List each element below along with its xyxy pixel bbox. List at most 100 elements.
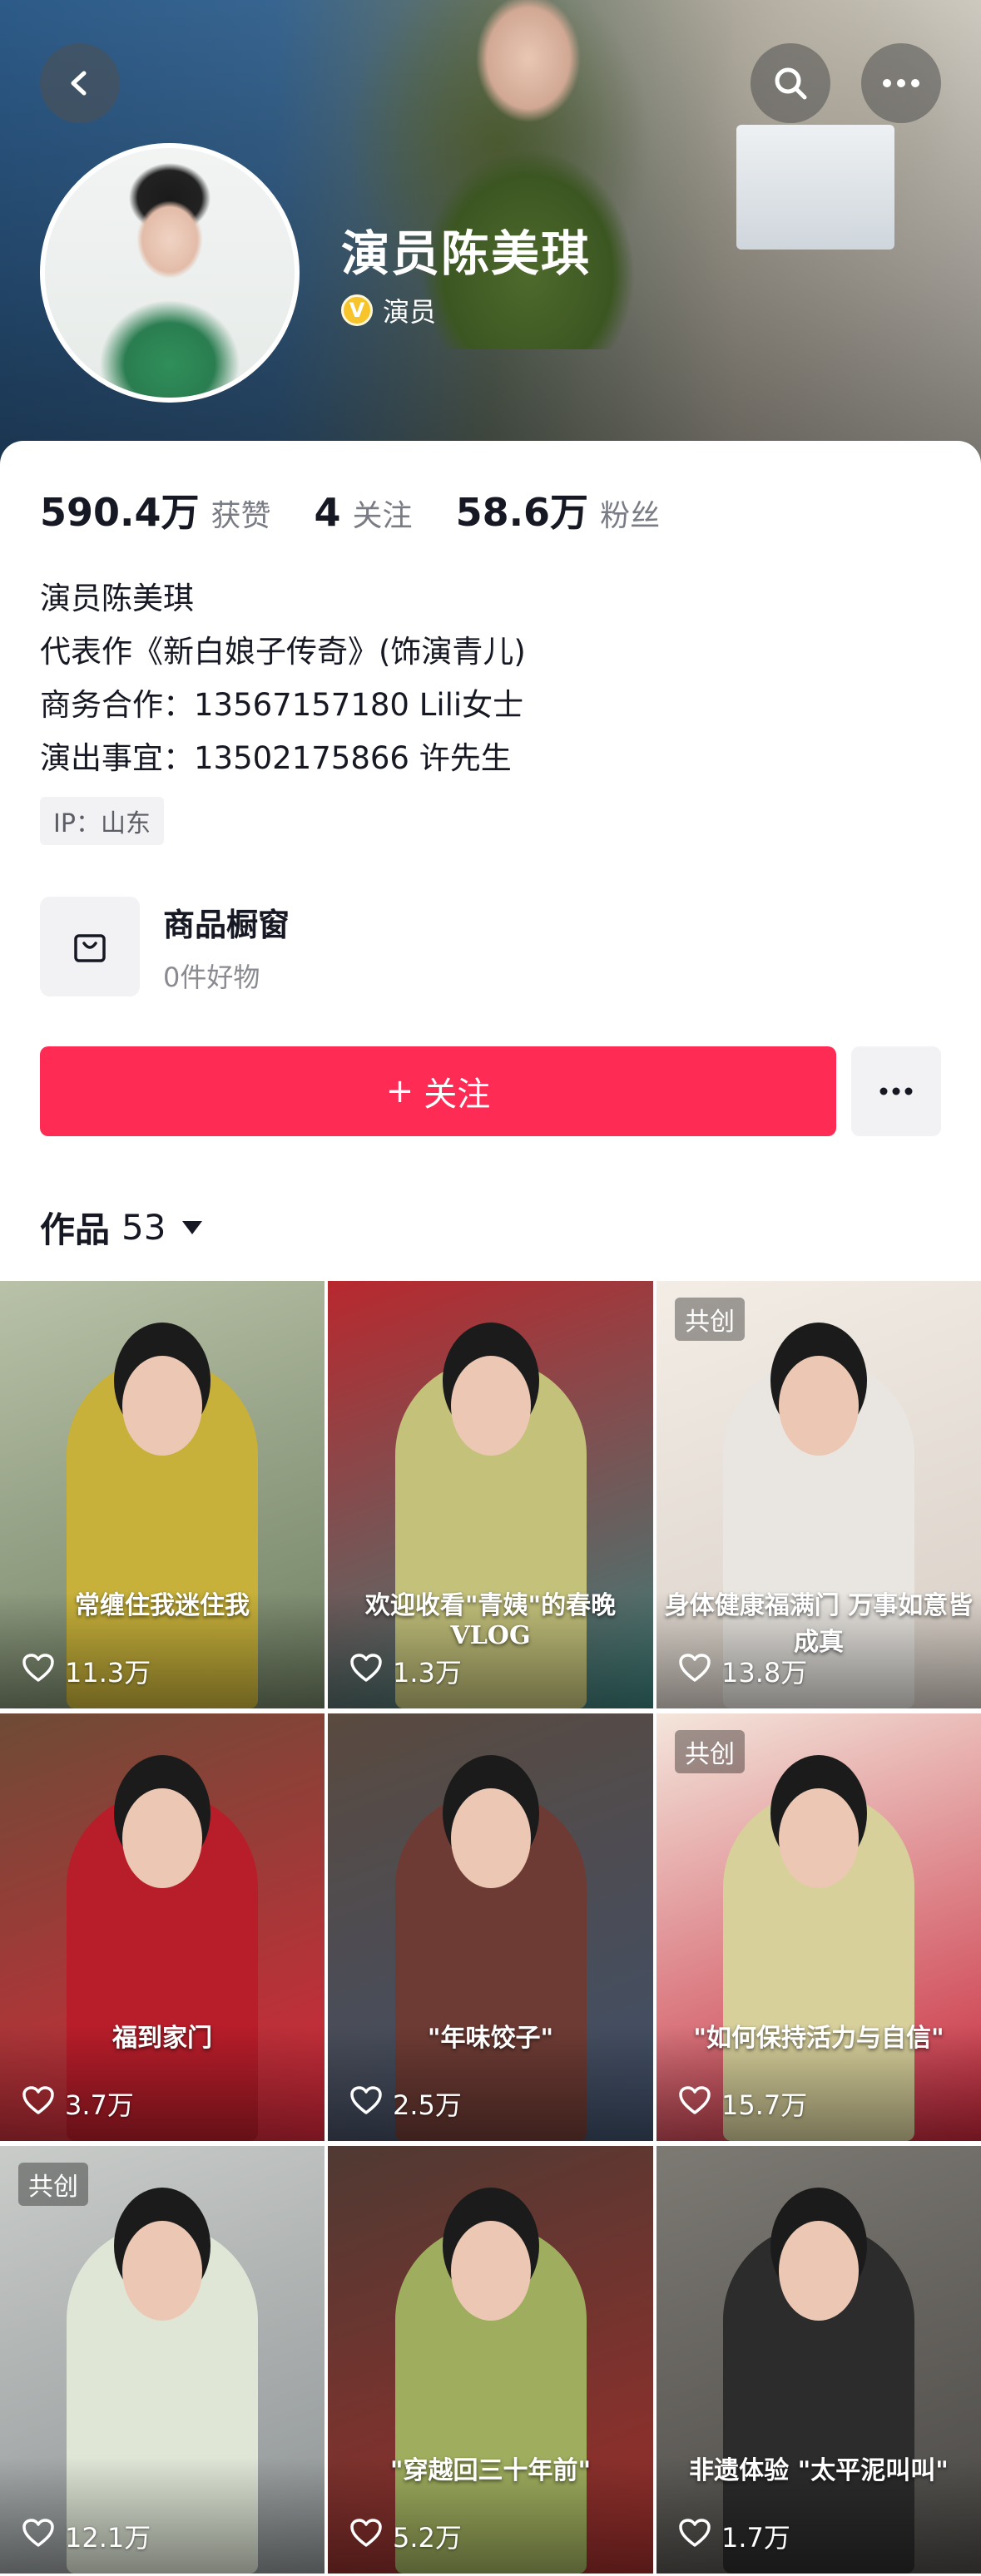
stat-label: 粉丝 xyxy=(600,499,661,533)
video-tile[interactable]: 福到家门 3.7万 xyxy=(0,1713,325,2141)
video-likes: 12.1万 xyxy=(22,2517,151,2555)
stat-likes[interactable]: 590.4万 获赞 xyxy=(40,482,271,537)
verified-label: 演员 xyxy=(383,296,437,328)
shopping-bag-icon xyxy=(40,897,140,996)
verification-row: V 演员 xyxy=(341,291,436,329)
video-tile[interactable]: 非遗体验 "太平泥叫叫" 1.7万 xyxy=(656,2146,981,2574)
video-thumbnail-face xyxy=(450,1788,531,1888)
thumbnail-shade xyxy=(0,2457,325,2574)
follow-more-button[interactable] xyxy=(851,1046,941,1136)
video-grid: 常缠住我迷住我 11.3万 欢迎收看"青姨"的春晚VLOG 1.3万 共创 身体健康福满门… xyxy=(0,1281,981,2574)
video-thumbnail-face xyxy=(450,2221,531,2321)
like-count: 3.7万 xyxy=(65,2089,134,2121)
co-creation-badge: 共创 xyxy=(675,1730,745,1773)
video-likes: 1.3万 xyxy=(349,1652,462,1690)
works-tab[interactable]: 作品 53 xyxy=(40,1202,203,1253)
works-title: 作品 xyxy=(40,1209,111,1250)
video-thumbnail-face xyxy=(122,2221,202,2321)
shop-window-entry[interactable]: 商品橱窗 0件好物 xyxy=(40,897,290,996)
works-count: 53 xyxy=(121,1207,166,1248)
heart-icon xyxy=(678,2085,711,2122)
caret-down-icon xyxy=(182,1220,203,1234)
video-likes: 2.5万 xyxy=(349,2084,462,2123)
video-tile[interactable]: 共创 "如何保持活力与自信" 15.7万 xyxy=(656,1713,981,2141)
heart-icon xyxy=(349,2518,383,2554)
chevron-left-icon xyxy=(71,71,87,96)
heart-icon xyxy=(349,2085,383,2122)
co-creation-badge: 共创 xyxy=(18,2163,88,2206)
profile-name: 演员陈美琪 xyxy=(341,225,592,282)
ellipsis-icon xyxy=(879,1087,913,1095)
video-tile[interactable]: "年味饺子" 2.5万 xyxy=(328,1713,653,2141)
stat-value: 58.6万 xyxy=(455,490,589,535)
co-creation-badge: 共创 xyxy=(675,1298,745,1341)
video-tile[interactable]: 共创身体健康福满门 万事如意皆成真 13.8万 xyxy=(656,1281,981,1708)
video-tile[interactable]: "穿越回三十年前" 5.2万 xyxy=(328,2146,653,2574)
video-caption: 常缠住我迷住我 xyxy=(75,1591,250,1620)
ellipsis-icon xyxy=(883,79,919,87)
like-count: 12.1万 xyxy=(65,2522,151,2554)
video-caption: "穿越回三十年前" xyxy=(389,2456,592,2485)
stat-label: 获赞 xyxy=(211,499,271,533)
video-thumbnail-face xyxy=(779,1788,859,1888)
like-count: 2.5万 xyxy=(393,2089,462,2121)
video-thumbnail-face xyxy=(122,1788,202,1888)
like-count: 1.3万 xyxy=(393,1657,462,1688)
like-count: 15.7万 xyxy=(721,2089,808,2121)
avatar[interactable] xyxy=(40,143,300,403)
video-likes: 3.7万 xyxy=(22,2084,134,2123)
video-likes: 13.8万 xyxy=(678,1652,807,1690)
search-icon xyxy=(775,67,807,100)
shop-title: 商品橱窗 xyxy=(163,906,290,943)
video-caption: 身体健康福满门 万事如意皆成真 xyxy=(664,1591,974,1657)
profile-card: 590.4万 获赞 4 关注 58.6万 粉丝 演员陈美琪 代表作《新白娘子传奇… xyxy=(0,441,981,2576)
video-tile[interactable]: 共创 12.1万 xyxy=(0,2146,325,2574)
more-options-button[interactable] xyxy=(861,43,941,123)
video-thumbnail-face xyxy=(450,1356,531,1456)
stat-label: 关注 xyxy=(352,499,413,533)
bio-line: 演员陈美琪 xyxy=(40,581,194,616)
video-likes: 15.7万 xyxy=(678,2084,807,2123)
bio-line: 代表作《新白娘子传奇》(饰演青儿) xyxy=(40,634,526,670)
follow-button[interactable]: + 关注 xyxy=(40,1046,836,1136)
heart-icon xyxy=(22,2518,55,2554)
video-caption: "年味饺子" xyxy=(427,2024,554,2053)
stats-row: 590.4万 获赞 4 关注 58.6万 粉丝 xyxy=(40,482,703,537)
ip-location-tag: IP：山东 xyxy=(40,797,164,845)
video-caption: 欢迎收看"青姨"的春晚VLOG xyxy=(364,1591,617,1650)
video-caption: 非遗体验 "太平泥叫叫" xyxy=(689,2456,949,2485)
bio-line: 演出事宜：13502175866 许先生 xyxy=(40,740,512,776)
stat-value: 4 xyxy=(314,490,341,535)
video-thumbnail-face xyxy=(779,2221,859,2321)
like-count: 11.3万 xyxy=(65,1657,151,1688)
bio: 演员陈美琪 代表作《新白娘子传奇》(饰演青儿) 商务合作：13567157180… xyxy=(40,572,526,785)
verified-badge-icon: V xyxy=(341,294,373,326)
video-tile[interactable]: 常缠住我迷住我 11.3万 xyxy=(0,1281,325,1708)
cover-photo-poster xyxy=(736,125,894,250)
like-count: 13.8万 xyxy=(721,1657,808,1688)
video-thumbnail-face xyxy=(122,1356,202,1456)
like-count: 5.2万 xyxy=(393,2522,462,2554)
like-count: 1.7万 xyxy=(721,2522,790,2554)
back-button[interactable] xyxy=(40,43,120,123)
stat-following[interactable]: 4 关注 xyxy=(315,490,413,535)
heart-icon xyxy=(678,1653,711,1689)
video-caption: 福到家门 xyxy=(112,2024,212,2053)
stat-followers[interactable]: 58.6万 粉丝 xyxy=(456,482,661,537)
video-caption: "如何保持活力与自信" xyxy=(693,2024,944,2053)
heart-icon xyxy=(22,1653,55,1689)
heart-icon xyxy=(678,2518,711,2554)
video-likes: 11.3万 xyxy=(22,1652,151,1690)
search-button[interactable] xyxy=(751,43,830,123)
follow-label: 关注 xyxy=(424,1075,491,1114)
heart-icon xyxy=(349,1653,383,1689)
shop-subtitle: 0件好物 xyxy=(163,961,260,993)
stat-value: 590.4万 xyxy=(40,490,200,535)
video-thumbnail-face xyxy=(779,1356,859,1456)
plus-icon: + xyxy=(385,1072,414,1110)
video-likes: 5.2万 xyxy=(349,2517,462,2555)
video-likes: 1.7万 xyxy=(678,2517,790,2555)
heart-icon xyxy=(22,2085,55,2122)
video-tile[interactable]: 欢迎收看"青姨"的春晚VLOG 1.3万 xyxy=(328,1281,653,1708)
bio-line: 商务合作：13567157180 Lili女士 xyxy=(40,687,524,723)
